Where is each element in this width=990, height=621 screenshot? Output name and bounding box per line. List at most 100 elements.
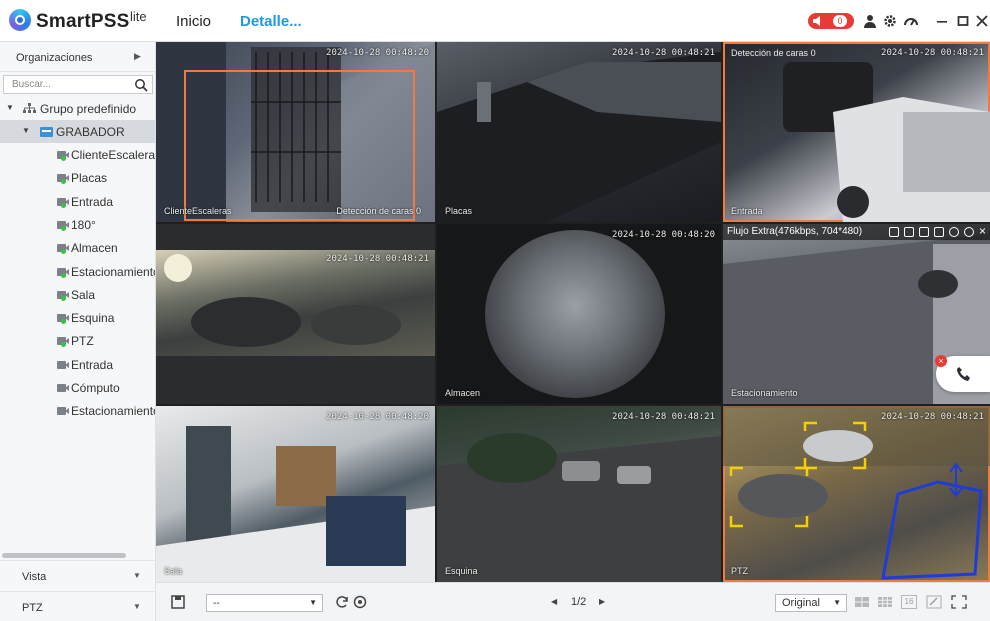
- sidebar-channel-item[interactable]: Estacionamiento: [0, 260, 155, 283]
- video-tile-esquina[interactable]: 2024-10-28 00:48:21 Esquina: [437, 406, 721, 582]
- video-tile-placas[interactable]: 2024-10-28 00:48:21 Placas: [437, 42, 721, 222]
- settings-gear-icon[interactable]: [882, 13, 898, 29]
- sidebar-channel-item[interactable]: Almacen: [0, 236, 155, 259]
- night-street-scene: [437, 52, 721, 222]
- camera-offline-icon: [57, 407, 69, 416]
- vista-section[interactable]: Vista ▼: [0, 560, 155, 590]
- camera-online-icon: [57, 151, 69, 161]
- tile-timestamp: 2024-10-28 00:48:21: [881, 48, 984, 58]
- sidebar-channel-item[interactable]: Esquina: [0, 306, 155, 329]
- sidebar-channel-item[interactable]: ClienteEscaleras: [0, 143, 155, 166]
- search-field[interactable]: [3, 75, 153, 94]
- sidebar-channel-item[interactable]: Cómputo: [0, 376, 155, 399]
- app-edition: lite: [130, 9, 147, 24]
- street-corner-scene: [437, 433, 721, 582]
- video-tile-ptz[interactable]: 2024-10-28 00:48:21 PTZ: [723, 406, 990, 582]
- tile-timestamp: 2024-10-28 00:48:20: [612, 230, 715, 240]
- sidebar-channel-item[interactable]: Sala: [0, 283, 155, 306]
- zoom-in-icon[interactable]: [964, 227, 974, 237]
- custom-layout-icon[interactable]: [926, 595, 942, 609]
- tab-detalle[interactable]: Detalle...: [240, 13, 302, 30]
- alarm-button[interactable]: 0: [808, 13, 854, 29]
- layout-4-icon[interactable]: [854, 595, 870, 609]
- camera-offline-icon: [57, 360, 69, 369]
- close-icon[interactable]: [974, 13, 990, 29]
- sidebar-scrollbar[interactable]: [2, 553, 126, 558]
- tile-overlay-text: Detección de caras 0: [336, 206, 421, 216]
- video-grid: 2024-10-28 00:48:20 ClienteEscaleras Det…: [156, 42, 990, 582]
- sidebar-channel-item[interactable]: Estacionamiento: [0, 399, 155, 422]
- tile-timestamp: 2024-10-28 00:48:21: [881, 412, 984, 422]
- camera-offline-icon: [57, 384, 69, 392]
- page-next-button[interactable]: ▶: [599, 597, 605, 606]
- channel-label: Esquina: [71, 311, 115, 326]
- tile-timestamp: 2024-10-28 00:48:21: [612, 48, 715, 58]
- tree-group-predefined[interactable]: ▼ Grupo predefinido: [0, 97, 155, 120]
- camera-online-icon: [57, 197, 69, 208]
- channel-label: Cómputo: [71, 381, 120, 395]
- audio-speaker-icon[interactable]: [919, 227, 929, 237]
- close-call-widget-button[interactable]: ×: [935, 355, 947, 367]
- video-tile-clienteescaleras[interactable]: 2024-10-28 00:48:20 ClienteEscaleras Det…: [156, 42, 435, 222]
- ptz-section[interactable]: PTZ ▼: [0, 591, 155, 621]
- layout-16-button[interactable]: 16: [901, 595, 917, 609]
- vista-label: Vista: [22, 571, 47, 583]
- close-icon[interactable]: ×: [979, 224, 986, 238]
- channel-label: 180°: [71, 217, 96, 232]
- expand-caret-icon[interactable]: ▼: [6, 103, 14, 112]
- tile-channel-name: ClienteEscaleras: [164, 206, 232, 216]
- video-tile-almacen[interactable]: 2024-10-28 00:48:20 Almacen: [437, 224, 721, 404]
- channel-label: PTZ: [71, 334, 94, 349]
- chevron-down-icon: ▼: [309, 598, 317, 607]
- sequence-icon[interactable]: [352, 595, 368, 609]
- expand-caret-icon[interactable]: ▼: [22, 126, 30, 135]
- save-view-icon[interactable]: [171, 595, 187, 609]
- search-icon[interactable]: [134, 78, 148, 92]
- camera-online-icon: [57, 244, 69, 255]
- search-input[interactable]: [12, 79, 132, 90]
- sidebar-channel-item[interactable]: Entrada: [0, 353, 155, 376]
- microphone-icon[interactable]: [934, 227, 944, 237]
- tree-device-grabador[interactable]: ▼ GRABADOR: [0, 120, 155, 143]
- aspect-ratio-dropdown[interactable]: Original ▼: [775, 594, 847, 612]
- tab-inicio[interactable]: Inicio: [176, 13, 211, 30]
- channel-label: Almacen: [71, 241, 118, 256]
- camera-online-icon: [57, 314, 69, 325]
- refresh-icon[interactable]: [334, 595, 350, 609]
- chevron-down-icon: ▼: [833, 598, 841, 607]
- channel-label: Sala: [71, 287, 96, 302]
- view-layout-dropdown[interactable]: -- ▼: [206, 594, 323, 612]
- organizations-header[interactable]: Organizaciones ▶: [0, 42, 155, 72]
- parked-cars-shapes: [164, 254, 401, 347]
- video-tile-180[interactable]: 2024-10-28 00:48:21: [156, 224, 435, 404]
- video-tile-sala[interactable]: 2024-10-28 00:48:20 Sala: [156, 406, 435, 582]
- stream-switch-icon[interactable]: [889, 227, 899, 237]
- camera-online-icon: [57, 174, 69, 185]
- tile-timestamp: 2024-10-28 00:48:20: [326, 412, 429, 422]
- title-bar: SmartPSS lite Inicio Detalle... 0: [0, 0, 990, 42]
- minimize-icon[interactable]: [934, 13, 950, 29]
- office-room-scene: [156, 426, 435, 582]
- layout-9-icon[interactable]: [877, 595, 893, 609]
- bottom-toolbar: -- ▼ ◀ 1/2 ▶ Original ▼ 16: [156, 582, 990, 621]
- page-prev-button[interactable]: ◀: [551, 597, 557, 606]
- truck-driveway-scene: [783, 62, 990, 222]
- fullscreen-icon[interactable]: [951, 595, 967, 609]
- device-sidebar: Organizaciones ▶ ▼ Grupo predefinido ▼ G…: [0, 42, 156, 621]
- sidebar-channel-item[interactable]: Entrada: [0, 190, 155, 213]
- sidebar-channel-item[interactable]: Placas: [0, 166, 155, 189]
- sidebar-channel-item[interactable]: PTZ: [0, 329, 155, 352]
- snapshot-camera-icon[interactable]: [904, 227, 914, 237]
- page-indicator: 1/2: [571, 596, 587, 608]
- tile-channel-name: Entrada: [731, 206, 763, 216]
- user-icon[interactable]: [862, 13, 878, 29]
- layout-value: --: [213, 598, 220, 609]
- video-tile-entrada[interactable]: Detección de caras 0 2024-10-28 00:48:21…: [723, 42, 990, 222]
- performance-gauge-icon[interactable]: [903, 13, 919, 29]
- playback-icon[interactable]: [949, 227, 959, 237]
- channel-label: Entrada: [71, 357, 114, 372]
- tile-timestamp: 2024-10-28 00:48:21: [326, 254, 429, 264]
- maximize-icon[interactable]: [955, 13, 971, 29]
- channel-label: Placas: [71, 171, 108, 186]
- sidebar-channel-item[interactable]: 180°: [0, 213, 155, 236]
